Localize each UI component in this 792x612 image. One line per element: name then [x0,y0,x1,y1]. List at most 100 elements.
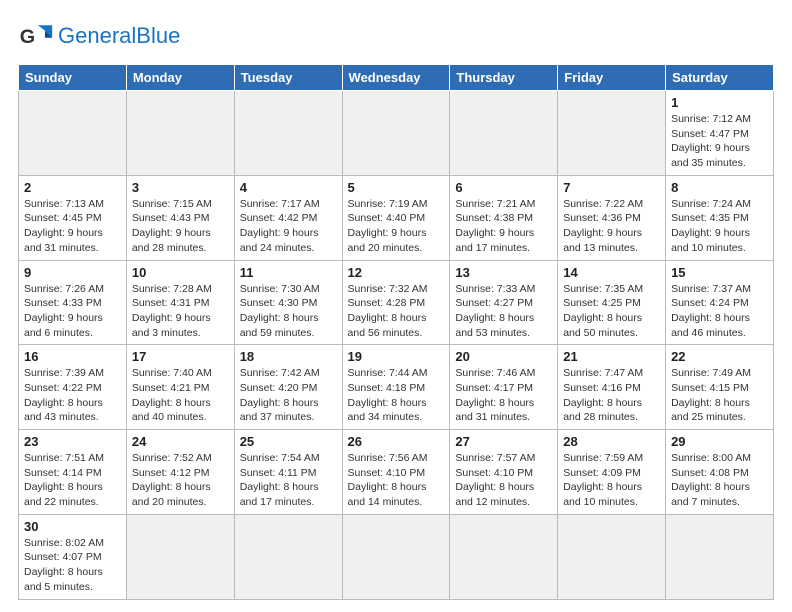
day-info: Sunrise: 7:30 AM Sunset: 4:30 PM Dayligh… [240,282,337,341]
day-info: Sunrise: 7:59 AM Sunset: 4:09 PM Dayligh… [563,451,660,510]
weekday-header-tuesday: Tuesday [234,65,342,91]
day-info: Sunrise: 7:15 AM Sunset: 4:43 PM Dayligh… [132,197,229,256]
week-row-0: 1Sunrise: 7:12 AM Sunset: 4:47 PM Daylig… [19,91,774,176]
svg-text:G: G [20,26,35,48]
calendar-cell: 9Sunrise: 7:26 AM Sunset: 4:33 PM Daylig… [19,260,127,345]
calendar-cell: 28 Sunrise: 7:59 AM Sunset: 4:09 PM Dayli… [558,430,666,515]
calendar-cell: 14 Sunrise: 7:35 AM Sunset: 4:25 PM Dayli… [558,260,666,345]
day-info: Sunrise: 7:44 AM Sunset: 4:18 PM Dayligh… [348,366,445,425]
weekday-header-sunday: Sunday [19,65,127,91]
calendar-cell: 18 Sunrise: 7:42 AM Sunset: 4:20 PM Dayli… [234,345,342,430]
logo-text: GeneralBlue [58,25,180,48]
day-info: Sunrise: 7:40 AM Sunset: 4:21 PM Dayligh… [132,366,229,425]
day-number: 19 [348,349,445,364]
day-info: Sunrise: 7:42 AM Sunset: 4:20 PM Dayligh… [240,366,337,425]
day-number: 15 [671,265,768,280]
day-info: Sunrise: 7:28 AM Sunset: 4:31 PM Dayligh… [132,282,229,341]
calendar-cell: 30 Sunrise: 8:02 AM Sunset: 4:07 PM Dayli… [19,514,127,599]
calendar-cell [234,514,342,599]
week-row-4: 23 Sunrise: 7:51 AM Sunset: 4:14 PM Dayli… [19,430,774,515]
day-info: Sunrise: 7:49 AM Sunset: 4:15 PM Dayligh… [671,366,768,425]
calendar-cell: 13Sunrise: 7:33 AM Sunset: 4:27 PM Dayli… [450,260,558,345]
day-number: 20 [455,349,552,364]
day-info: Sunrise: 8:02 AM Sunset: 4:07 PM Dayligh… [24,536,121,595]
day-info: Sunrise: 7:21 AM Sunset: 4:38 PM Dayligh… [455,197,552,256]
calendar-cell [558,91,666,176]
calendar-cell: 1Sunrise: 7:12 AM Sunset: 4:47 PM Daylig… [666,91,774,176]
day-info: Sunrise: 7:26 AM Sunset: 4:33 PM Dayligh… [24,282,121,341]
header: G GeneralBlue [18,18,774,54]
day-number: 11 [240,265,337,280]
day-number: 29 [671,434,768,449]
logo-icon: G [18,18,54,54]
weekday-header-row: SundayMondayTuesdayWednesdayThursdayFrid… [19,65,774,91]
day-info: Sunrise: 7:54 AM Sunset: 4:11 PM Dayligh… [240,451,337,510]
calendar-cell: 26Sunrise: 7:56 AM Sunset: 4:10 PM Dayli… [342,430,450,515]
day-number: 14 [563,265,660,280]
day-number: 8 [671,180,768,195]
weekday-header-friday: Friday [558,65,666,91]
calendar-cell: 23 Sunrise: 7:51 AM Sunset: 4:14 PM Dayli… [19,430,127,515]
calendar-cell: 27Sunrise: 7:57 AM Sunset: 4:10 PM Dayli… [450,430,558,515]
day-info: Sunrise: 7:35 AM Sunset: 4:25 PM Dayligh… [563,282,660,341]
day-info: Sunrise: 7:17 AM Sunset: 4:42 PM Dayligh… [240,197,337,256]
weekday-header-thursday: Thursday [450,65,558,91]
day-info: Sunrise: 7:57 AM Sunset: 4:10 PM Dayligh… [455,451,552,510]
calendar-cell: 5Sunrise: 7:19 AM Sunset: 4:40 PM Daylig… [342,175,450,260]
day-number: 22 [671,349,768,364]
day-number: 18 [240,349,337,364]
calendar-cell: 2Sunrise: 7:13 AM Sunset: 4:45 PM Daylig… [19,175,127,260]
calendar: SundayMondayTuesdayWednesdayThursdayFrid… [18,64,774,600]
day-number: 3 [132,180,229,195]
day-info: Sunrise: 7:13 AM Sunset: 4:45 PM Dayligh… [24,197,121,256]
day-info: Sunrise: 7:24 AM Sunset: 4:35 PM Dayligh… [671,197,768,256]
day-number: 17 [132,349,229,364]
day-info: Sunrise: 7:32 AM Sunset: 4:28 PM Dayligh… [348,282,445,341]
day-number: 30 [24,519,121,534]
day-info: Sunrise: 7:22 AM Sunset: 4:36 PM Dayligh… [563,197,660,256]
day-number: 25 [240,434,337,449]
calendar-cell: 12Sunrise: 7:32 AM Sunset: 4:28 PM Dayli… [342,260,450,345]
calendar-cell: 21Sunrise: 7:47 AM Sunset: 4:16 PM Dayli… [558,345,666,430]
weekday-header-saturday: Saturday [666,65,774,91]
calendar-cell [450,91,558,176]
day-number: 5 [348,180,445,195]
week-row-2: 9Sunrise: 7:26 AM Sunset: 4:33 PM Daylig… [19,260,774,345]
calendar-cell: 29Sunrise: 8:00 AM Sunset: 4:08 PM Dayli… [666,430,774,515]
day-number: 23 [24,434,121,449]
day-number: 10 [132,265,229,280]
calendar-cell [342,91,450,176]
calendar-cell [450,514,558,599]
day-info: Sunrise: 7:52 AM Sunset: 4:12 PM Dayligh… [132,451,229,510]
day-number: 16 [24,349,121,364]
calendar-cell: 10 Sunrise: 7:28 AM Sunset: 4:31 PM Dayli… [126,260,234,345]
day-info: Sunrise: 7:12 AM Sunset: 4:47 PM Dayligh… [671,112,768,171]
day-info: Sunrise: 7:47 AM Sunset: 4:16 PM Dayligh… [563,366,660,425]
day-number: 4 [240,180,337,195]
page: G GeneralBlue SundayMondayTuesdayWednesd… [0,0,792,610]
day-number: 24 [132,434,229,449]
weekday-header-monday: Monday [126,65,234,91]
day-number: 6 [455,180,552,195]
calendar-cell: 16Sunrise: 7:39 AM Sunset: 4:22 PM Dayli… [19,345,127,430]
logo: G GeneralBlue [18,18,180,54]
calendar-cell: 7Sunrise: 7:22 AM Sunset: 4:36 PM Daylig… [558,175,666,260]
calendar-cell: 22 Sunrise: 7:49 AM Sunset: 4:15 PM Dayli… [666,345,774,430]
calendar-cell [234,91,342,176]
calendar-cell: 20 Sunrise: 7:46 AM Sunset: 4:17 PM Dayli… [450,345,558,430]
calendar-cell [126,514,234,599]
calendar-cell [666,514,774,599]
calendar-cell: 8 Sunrise: 7:24 AM Sunset: 4:35 PM Daylig… [666,175,774,260]
calendar-cell: 11 Sunrise: 7:30 AM Sunset: 4:30 PM Dayli… [234,260,342,345]
calendar-cell: 15Sunrise: 7:37 AM Sunset: 4:24 PM Dayli… [666,260,774,345]
calendar-cell: 3 Sunrise: 7:15 AM Sunset: 4:43 PM Daylig… [126,175,234,260]
calendar-cell: 24 Sunrise: 7:52 AM Sunset: 4:12 PM Dayli… [126,430,234,515]
day-number: 26 [348,434,445,449]
week-row-1: 2Sunrise: 7:13 AM Sunset: 4:45 PM Daylig… [19,175,774,260]
day-info: Sunrise: 7:51 AM Sunset: 4:14 PM Dayligh… [24,451,121,510]
day-info: Sunrise: 7:46 AM Sunset: 4:17 PM Dayligh… [455,366,552,425]
calendar-cell: 19 Sunrise: 7:44 AM Sunset: 4:18 PM Dayli… [342,345,450,430]
day-number: 28 [563,434,660,449]
calendar-cell [19,91,127,176]
day-number: 13 [455,265,552,280]
